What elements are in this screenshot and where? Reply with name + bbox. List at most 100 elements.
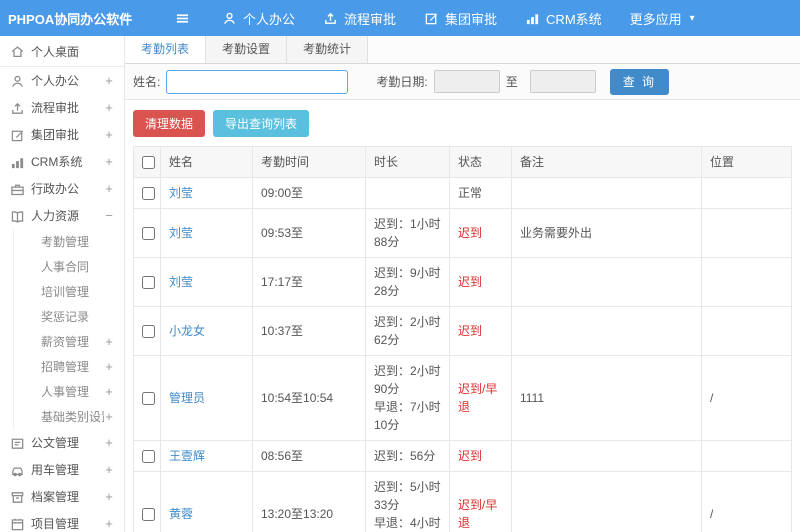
header-note: 备注 xyxy=(511,146,702,178)
nav-item-personal-office[interactable]: 个人办公 xyxy=(208,0,309,36)
sidebar-subitem-training-management[interactable]: 培训管理 xyxy=(14,279,124,304)
row-checkbox[interactable] xyxy=(142,391,155,405)
employee-name-link[interactable]: 管理员 xyxy=(169,391,205,405)
status-badge: 迟到/早退 xyxy=(458,498,498,530)
caret-down-icon: ▾ xyxy=(689,12,695,24)
expand-indicator[interactable]: + xyxy=(104,359,114,374)
sidebar-item-crm[interactable]: CRM系统 + xyxy=(0,148,124,175)
sidebar-item-document-management[interactable]: 公文管理 + xyxy=(0,429,124,456)
sidebar: 个人桌面 个人办公 + 流程审批 + 集团审批 + CRM系统 + 行政办公 + xyxy=(0,36,125,532)
sidebar-item-project-management[interactable]: 项目管理 + xyxy=(0,510,124,532)
home-icon xyxy=(10,44,24,58)
tab-attendance-statistics[interactable]: 考勤统计 xyxy=(287,36,369,63)
row-checkbox[interactable] xyxy=(142,449,155,463)
name-filter-input[interactable] xyxy=(166,69,349,94)
sidebar-subitem-reward-punishment[interactable]: 奖惩记录 xyxy=(14,304,124,329)
sidebar-subitem-recruitment-management[interactable]: 招聘管理 + xyxy=(14,354,124,379)
table-row: 刘莹 17:17至 迟到：9小时28分 迟到 xyxy=(133,257,792,307)
document-icon xyxy=(10,436,24,450)
row-checkbox[interactable] xyxy=(142,186,155,200)
sidebar-item-label: 集团审批 xyxy=(31,128,80,142)
expand-indicator[interactable]: + xyxy=(104,334,114,349)
row-checkbox[interactable] xyxy=(142,226,155,240)
clean-data-button[interactable]: 清理数据 xyxy=(133,110,206,137)
chart-icon xyxy=(10,155,24,169)
app-logo: PHPOA协同办公软件 xyxy=(8,11,133,27)
duration-line1: 迟到：56分 xyxy=(374,449,436,463)
sidebar-item-archive-management[interactable]: 档案管理 + xyxy=(0,483,124,510)
sidebar-item-admin-office[interactable]: 行政办公 + xyxy=(0,175,124,202)
export-list-button[interactable]: 导出查询列表 xyxy=(213,110,310,137)
header-location: 位置 xyxy=(701,146,792,178)
employee-name-link[interactable]: 刘莹 xyxy=(169,275,193,289)
sidebar-item-personal-office[interactable]: 个人办公 + xyxy=(0,67,124,94)
duration-line2: 早退：7小时10分 xyxy=(374,400,441,432)
note-cell: 业务需要外出 xyxy=(520,226,593,240)
table-row: 黄蓉 13:20至13:20 迟到：5小时33分早退：4小时67分 迟到/早退 … xyxy=(133,471,792,532)
sidebar-subitem-personnel-management[interactable]: 人事管理 + xyxy=(14,379,124,404)
expand-indicator[interactable]: + xyxy=(104,516,114,531)
expand-indicator[interactable]: + xyxy=(104,435,114,450)
nav-item-workflow-approval[interactable]: 流程审批 xyxy=(309,0,410,36)
tab-attendance-settings[interactable]: 考勤设置 xyxy=(206,36,288,63)
date-from-input[interactable] xyxy=(433,70,500,93)
top-bar: PHPOA协同办公软件 个人办公 流程审批 集团审批 CRM系统 更多应用 ▾ xyxy=(0,0,800,36)
collapse-indicator[interactable]: − xyxy=(104,208,114,223)
expand-indicator[interactable]: + xyxy=(104,73,114,88)
expand-indicator[interactable]: + xyxy=(104,409,114,424)
attendance-time: 10:37至 xyxy=(261,324,304,338)
table-row: 刘莹 09:00至 正常 xyxy=(133,177,792,209)
attendance-time: 10:54至10:54 xyxy=(261,391,334,405)
tab-attendance-list[interactable]: 考勤列表 xyxy=(125,36,207,63)
select-all-checkbox[interactable] xyxy=(142,155,155,169)
sidebar-subitem-hr-contract[interactable]: 人事合同 xyxy=(14,254,124,279)
sidebar-item-vehicle-management[interactable]: 用车管理 + xyxy=(0,456,124,483)
table-row: 管理员 10:54至10:54 迟到：2小时90分 早退：7小时10分 迟到/早退… xyxy=(133,355,792,441)
chart-icon xyxy=(525,11,540,26)
row-checkbox[interactable] xyxy=(142,324,155,338)
sidebar-subitem-attendance-management[interactable]: 考勤管理 xyxy=(14,229,124,254)
employee-name-link[interactable]: 黄蓉 xyxy=(169,507,193,521)
sidebar-subitem-base-category-settings[interactable]: 基础类别设置 + xyxy=(14,404,124,429)
sidebar-subitem-label: 薪资管理 xyxy=(41,335,90,349)
expand-indicator[interactable]: + xyxy=(104,462,114,477)
row-checkbox[interactable] xyxy=(142,275,155,289)
expand-indicator[interactable]: + xyxy=(104,181,114,196)
duration-line1: 迟到：2小时62分 xyxy=(374,315,441,347)
nav-item-crm[interactable]: CRM系统 xyxy=(511,0,616,36)
nav-label: 个人办公 xyxy=(243,11,296,27)
sidebar-toggle-button[interactable] xyxy=(167,0,198,36)
table-row: 刘莹 09:53至 迟到：1小时88分 迟到 业务需要外出 xyxy=(133,208,792,258)
top-nav: 个人办公 流程审批 集团审批 CRM系统 更多应用 ▾ xyxy=(208,0,709,36)
expand-indicator[interactable]: + xyxy=(104,154,114,169)
expand-indicator[interactable]: + xyxy=(104,127,114,142)
nav-item-group-approval[interactable]: 集团审批 xyxy=(410,0,511,36)
expand-indicator[interactable]: + xyxy=(104,384,114,399)
employee-name-link[interactable]: 刘莹 xyxy=(169,226,193,240)
duration-line1: 迟到：1小时88分 xyxy=(374,217,441,249)
sidebar-subitem-salary-management[interactable]: 薪资管理 + xyxy=(14,329,124,354)
date-to-input[interactable] xyxy=(529,70,596,93)
expand-indicator[interactable]: + xyxy=(104,489,114,504)
sidebar-item-human-resources[interactable]: 人力资源 − xyxy=(0,202,124,229)
employee-name-link[interactable]: 王壹辉 xyxy=(169,449,205,463)
table-header-row: 姓名 考勤时间 时长 状态 备注 位置 xyxy=(133,146,792,178)
car-icon xyxy=(10,463,24,477)
employee-name-link[interactable]: 刘莹 xyxy=(169,186,193,200)
project-icon xyxy=(10,517,24,531)
status-badge: 迟到 xyxy=(458,324,483,338)
nav-item-more-apps[interactable]: 更多应用 ▾ xyxy=(616,0,709,36)
attendance-time: 13:20至13:20 xyxy=(261,507,334,521)
sidebar-item-personal-desktop[interactable]: 个人桌面 xyxy=(0,36,124,67)
user-icon xyxy=(222,11,237,26)
employee-name-link[interactable]: 小龙女 xyxy=(169,324,205,338)
search-button[interactable]: 查 询 xyxy=(609,68,670,95)
duration-line1: 迟到：9小时28分 xyxy=(374,266,441,298)
row-checkbox[interactable] xyxy=(142,507,155,521)
action-buttons: 清理数据 导出查询列表 xyxy=(125,100,800,146)
briefcase-icon xyxy=(10,182,24,196)
sidebar-item-workflow-approval[interactable]: 流程审批 + xyxy=(0,94,124,121)
expand-indicator[interactable]: + xyxy=(104,100,114,115)
sidebar-item-group-approval[interactable]: 集团审批 + xyxy=(0,121,124,148)
status-badge: 正常 xyxy=(458,186,483,200)
